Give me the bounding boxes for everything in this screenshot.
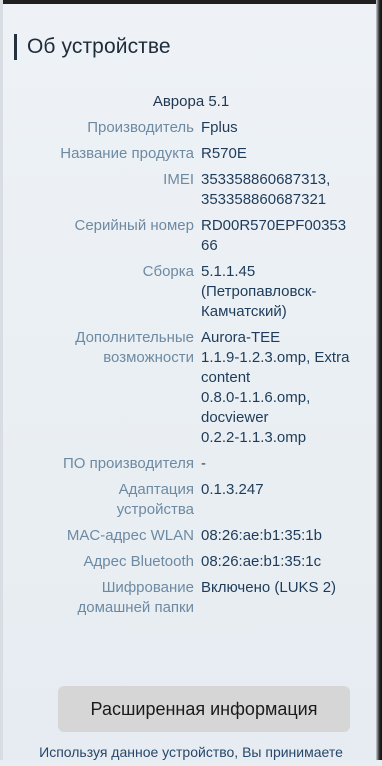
- info-value: Aurora-TEE 1.1.9-1.2.3.omp, Extra conten…: [201, 329, 350, 446]
- info-row: Серийный номер RD00R570EPF00353 66: [0, 216, 382, 256]
- advanced-info-button[interactable]: Расширенная информация: [58, 686, 350, 732]
- info-value: 0.1.3.247: [201, 481, 264, 498]
- info-value: R570E: [201, 145, 247, 162]
- settings-page: Об устройстве Аврора 5.1 Производитель Fp…: [0, 0, 382, 760]
- info-value: Fplus: [201, 119, 238, 136]
- page-header: Об устройстве: [14, 30, 171, 64]
- device-info-list: Производитель Fplus Название продукта R570E…: [0, 118, 382, 624]
- info-value: 08:26:ae:b1:35:1c: [201, 553, 322, 570]
- info-label: Адаптация устройства: [116, 481, 194, 518]
- info-row: ПО производителя -: [0, 454, 382, 474]
- info-row: Адрес Bluetooth 08:26:ae:b1:35:1c: [0, 552, 382, 572]
- page-title: Об устройстве: [27, 35, 171, 58]
- info-label: Сборка: [142, 263, 194, 280]
- os-version: Аврора 5.1: [152, 93, 230, 110]
- header-accent-bar: [14, 34, 17, 60]
- info-label: Название продукта: [60, 145, 194, 162]
- top-edge: [0, 0, 382, 4]
- info-label: Дополнительные возможности: [75, 329, 194, 366]
- info-row: Название продукта R570E: [0, 144, 382, 164]
- info-label: Серийный номер: [74, 217, 194, 234]
- info-value: RD00R570EPF00353 66: [201, 217, 347, 254]
- info-label: ПО производителя: [62, 455, 194, 472]
- info-label: Производитель: [87, 119, 194, 136]
- info-label: Шифрование домашней папки: [77, 579, 194, 616]
- info-label: IMEI: [163, 171, 194, 188]
- info-value: 5.1.1.45 (Петропавловск- Камчатский): [201, 263, 317, 320]
- info-label: Адрес Bluetooth: [83, 553, 195, 570]
- info-value: Включено (LUKS 2): [201, 579, 337, 596]
- info-value: 353358860687313, 353358860687321: [201, 171, 331, 208]
- info-value: -: [201, 455, 206, 472]
- info-row: Дополнительные возможности Aurora-TEE 1.1…: [0, 328, 382, 448]
- info-label: MAC-адрес WLAN: [66, 527, 194, 544]
- info-row: Адаптация устройства 0.1.3.247: [0, 480, 382, 520]
- info-row: Сборка 5.1.1.45 (Петропавловск- Камчатски…: [0, 262, 382, 322]
- info-row: Шифрование домашней папки Включено (LUKS …: [0, 578, 382, 618]
- info-value: 08:26:ae:b1:35:1b: [201, 527, 322, 544]
- info-row: IMEI 353358860687313, 353358860687321: [0, 170, 382, 210]
- info-row: MAC-адрес WLAN 08:26:ae:b1:35:1b: [0, 526, 382, 546]
- info-row: Производитель Fplus: [0, 118, 382, 138]
- footer-notice[interactable]: Используя данное устройство, Вы принимае…: [0, 744, 382, 766]
